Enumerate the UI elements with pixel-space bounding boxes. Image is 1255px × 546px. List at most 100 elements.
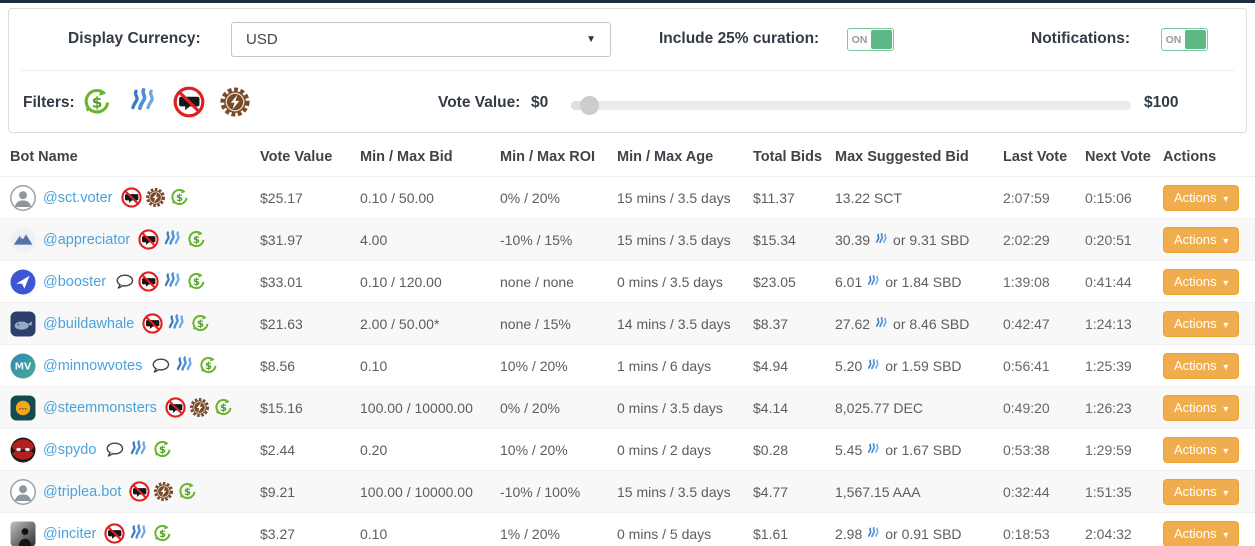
steem-icon	[866, 526, 881, 541]
comment-icon	[104, 439, 125, 460]
table-row: @triplea.bot $ $9.21 100.00 / 10000.00 -…	[0, 471, 1255, 513]
curation-toggle[interactable]: ON	[847, 28, 894, 51]
no-comment-icon	[129, 481, 150, 502]
bot-name-cell: @buildawhale $	[10, 303, 240, 344]
column-header-bot-name: Bot Name	[0, 140, 250, 177]
last-vote-cell: 0:18:53	[993, 513, 1075, 546]
max-suggested-bid-cell: 2.98 or 0.91 SBD	[825, 513, 993, 546]
slider-handle[interactable]	[580, 96, 599, 115]
filters-label: Filters:	[23, 94, 75, 112]
min-max-bid-cell: 100.00 / 10000.00	[350, 387, 490, 429]
bot-name-cell: @inciter $	[10, 513, 240, 546]
max-suggested-bid-cell: 5.20 or 1.59 SBD	[825, 345, 993, 387]
bot-name-link[interactable]: @spydo	[43, 442, 96, 458]
min-max-bid-cell: 100.00 / 10000.00	[350, 471, 490, 513]
bot-tracker-app: Display Currency: USD ▼ Include 25% cura…	[0, 0, 1255, 546]
currency-select[interactable]: USD ▼	[231, 22, 611, 57]
bot-name-cell: @triplea.bot $	[10, 471, 240, 512]
table-row: @buildawhale $ $21.63 2.00 / 50.00* none…	[0, 303, 1255, 345]
actions-button[interactable]: Actions ▾	[1163, 521, 1239, 546]
next-vote-cell: 0:41:44	[1075, 261, 1153, 303]
actions-button[interactable]: Actions ▾	[1163, 185, 1239, 211]
panel-divider	[21, 70, 1234, 71]
min-max-age-cell: 0 mins / 2 days	[607, 429, 743, 471]
bot-name-link[interactable]: @buildawhale	[43, 316, 134, 332]
table-row: @booster $ $33.01 0.10 / 120.00 none / n…	[0, 261, 1255, 303]
caret-down-icon: ▾	[1223, 488, 1228, 499]
avatar	[10, 521, 36, 546]
caret-down-icon: ▾	[1223, 446, 1228, 457]
filter-icon-group: $	[81, 86, 251, 118]
bot-name-link[interactable]: @triplea.bot	[43, 484, 121, 500]
refund-filter-icon[interactable]: $	[81, 86, 113, 118]
caret-down-icon: ▾	[1223, 278, 1228, 289]
max-suggested-bid-cell: 6.01 or 1.84 SBD	[825, 261, 993, 303]
bot-name-link[interactable]: @sct.voter	[43, 190, 113, 206]
bot-name-cell: @spydo $	[10, 429, 240, 470]
caret-down-icon: ▾	[1223, 404, 1228, 415]
max-suggested-bid-value: 5.45 or 1.67 SBD	[835, 442, 962, 458]
notifications-toggle[interactable]: ON	[1161, 28, 1208, 51]
min-max-bid-cell: 0.10	[350, 513, 490, 546]
max-suggested-bid-cell: 30.39 or 9.31 SBD	[825, 219, 993, 261]
table-row: @steemmonsters $ $15.16 100.00 / 10000.0…	[0, 387, 1255, 429]
svg-text:$: $	[92, 93, 103, 111]
avatar	[10, 185, 36, 211]
table-row: @inciter $ $3.27 0.10 1% / 20% 0 mins / …	[0, 513, 1255, 546]
actions-cell: Actions ▾	[1153, 471, 1255, 513]
refund-icon: $	[198, 355, 219, 376]
svg-text:$: $	[197, 319, 204, 330]
bot-name-link[interactable]: @minnowvotes	[43, 358, 142, 374]
no-comment-icon	[121, 187, 142, 208]
steem-icon	[166, 313, 187, 334]
actions-button[interactable]: Actions ▾	[1163, 311, 1239, 337]
vote-value-cell: $33.01	[250, 261, 350, 303]
min-max-roi-cell: 1% / 20%	[490, 513, 607, 546]
avatar	[10, 395, 36, 421]
last-vote-cell: 2:07:59	[993, 177, 1075, 219]
svg-text:$: $	[184, 487, 191, 498]
vote-value-slider[interactable]	[571, 101, 1131, 110]
svg-text:$: $	[220, 403, 227, 414]
column-header-actions: Actions	[1153, 140, 1255, 177]
notifications-label: Notifications:	[1031, 30, 1130, 48]
bot-name-link[interactable]: @steemmonsters	[43, 400, 157, 416]
actions-button[interactable]: Actions ▾	[1163, 227, 1239, 253]
total-bids-cell: $8.37	[743, 303, 825, 345]
actions-button[interactable]: Actions ▾	[1163, 353, 1239, 379]
next-vote-cell: 1:24:13	[1075, 303, 1153, 345]
vote-value-cell: $9.21	[250, 471, 350, 513]
actions-button[interactable]: Actions ▾	[1163, 395, 1239, 421]
table-row: @sct.voter $ $25.17 0.10 / 50.00 0% / 20…	[0, 177, 1255, 219]
actions-button[interactable]: Actions ▾	[1163, 437, 1239, 463]
column-header-min-max-age: Min / Max Age	[607, 140, 743, 177]
actions-button[interactable]: Actions ▾	[1163, 479, 1239, 505]
bot-name-link[interactable]: @inciter	[43, 526, 96, 542]
sct-icon	[145, 187, 166, 208]
svg-text:$: $	[176, 193, 183, 204]
bot-name-link[interactable]: @booster	[43, 274, 106, 290]
steem-icon	[128, 523, 149, 544]
bot-name-cell: @steemmonsters $	[10, 387, 240, 428]
no-comment-icon	[138, 271, 159, 292]
total-bids-cell: $4.94	[743, 345, 825, 387]
bot-name-link[interactable]: @appreciator	[43, 232, 130, 248]
min-max-age-cell: 0 mins / 3.5 days	[607, 261, 743, 303]
actions-cell: Actions ▾	[1153, 513, 1255, 546]
steem-icon	[866, 358, 881, 373]
refund-icon: $	[186, 271, 207, 292]
max-suggested-bid-cell: 8,025.77 DEC	[825, 387, 993, 429]
last-vote-cell: 0:56:41	[993, 345, 1075, 387]
no-comment-filter-icon[interactable]	[173, 86, 205, 118]
actions-button[interactable]: Actions ▾	[1163, 269, 1239, 295]
max-suggested-bid-value: 5.20 or 1.59 SBD	[835, 358, 962, 374]
avatar: MV	[10, 353, 36, 379]
sct-icon	[189, 397, 210, 418]
actions-cell: Actions ▾	[1153, 303, 1255, 345]
min-max-bid-cell: 0.10 / 120.00	[350, 261, 490, 303]
actions-cell: Actions ▾	[1153, 219, 1255, 261]
sct-filter-icon[interactable]	[219, 86, 251, 118]
steem-filter-icon[interactable]	[127, 86, 159, 118]
next-vote-cell: 1:26:23	[1075, 387, 1153, 429]
max-suggested-bid-value: 6.01 or 1.84 SBD	[835, 274, 962, 290]
